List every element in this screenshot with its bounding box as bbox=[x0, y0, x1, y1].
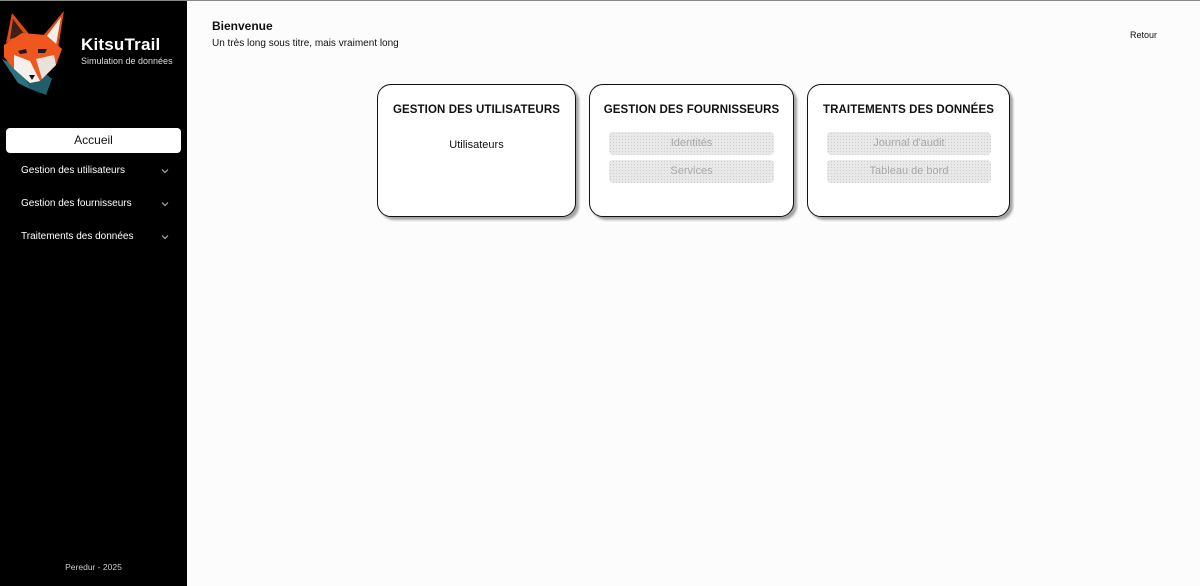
chevron-down-icon bbox=[161, 169, 169, 174]
page-title: Bienvenue bbox=[212, 19, 273, 33]
sidebar-footer: Peredur - 2025 bbox=[65, 562, 122, 572]
brand-subtitle: Simulation de données bbox=[81, 56, 173, 66]
brand-title: KitsuTrail bbox=[81, 35, 161, 54]
back-button[interactable]: Retour bbox=[1130, 30, 1157, 40]
nav-item-label: Gestion des utilisateurs bbox=[21, 165, 125, 176]
chevron-down-icon bbox=[161, 202, 169, 207]
card-traitements-donnees: TRAITEMENTS DES DONNÉES Journal d'audit … bbox=[807, 84, 1010, 217]
page-subtitle: Un très long sous titre, mais vraiment l… bbox=[212, 38, 399, 49]
card-title: GESTION DES UTILISATEURS bbox=[392, 104, 561, 116]
nav-item-traitements-donnees[interactable]: Traitements des données bbox=[21, 228, 171, 246]
button-services-disabled[interactable]: Services bbox=[609, 160, 774, 183]
nav-item-gestion-utilisateurs[interactable]: Gestion des utilisateurs bbox=[21, 162, 171, 180]
button-journal-audit-disabled[interactable]: Journal d'audit bbox=[827, 132, 991, 155]
card-gestion-fournisseurs: GESTION DES FOURNISSEURS Identités Servi… bbox=[589, 84, 794, 217]
button-identites-disabled[interactable]: Identités bbox=[609, 132, 774, 155]
nav-item-label: Traitements des données bbox=[21, 231, 134, 242]
nav-home-button[interactable]: Accueil bbox=[6, 128, 181, 153]
nav-item-gestion-fournisseurs[interactable]: Gestion des fournisseurs bbox=[21, 195, 171, 213]
fox-logo-icon bbox=[0, 9, 72, 95]
sidebar: KitsuTrail Simulation de données Accueil… bbox=[0, 1, 187, 586]
chevron-down-icon bbox=[161, 235, 169, 240]
app-root: KitsuTrail Simulation de données Accueil… bbox=[0, 0, 1200, 586]
nav-item-label: Gestion des fournisseurs bbox=[21, 198, 132, 209]
card-title: GESTION DES FOURNISSEURS bbox=[603, 104, 780, 116]
link-utilisateurs[interactable]: Utilisateurs bbox=[378, 139, 575, 151]
button-tableau-de-bord-disabled[interactable]: Tableau de bord bbox=[827, 160, 991, 183]
card-gestion-utilisateurs: GESTION DES UTILISATEURS Utilisateurs bbox=[377, 84, 576, 217]
card-title: TRAITEMENTS DES DONNÉES bbox=[823, 104, 994, 116]
